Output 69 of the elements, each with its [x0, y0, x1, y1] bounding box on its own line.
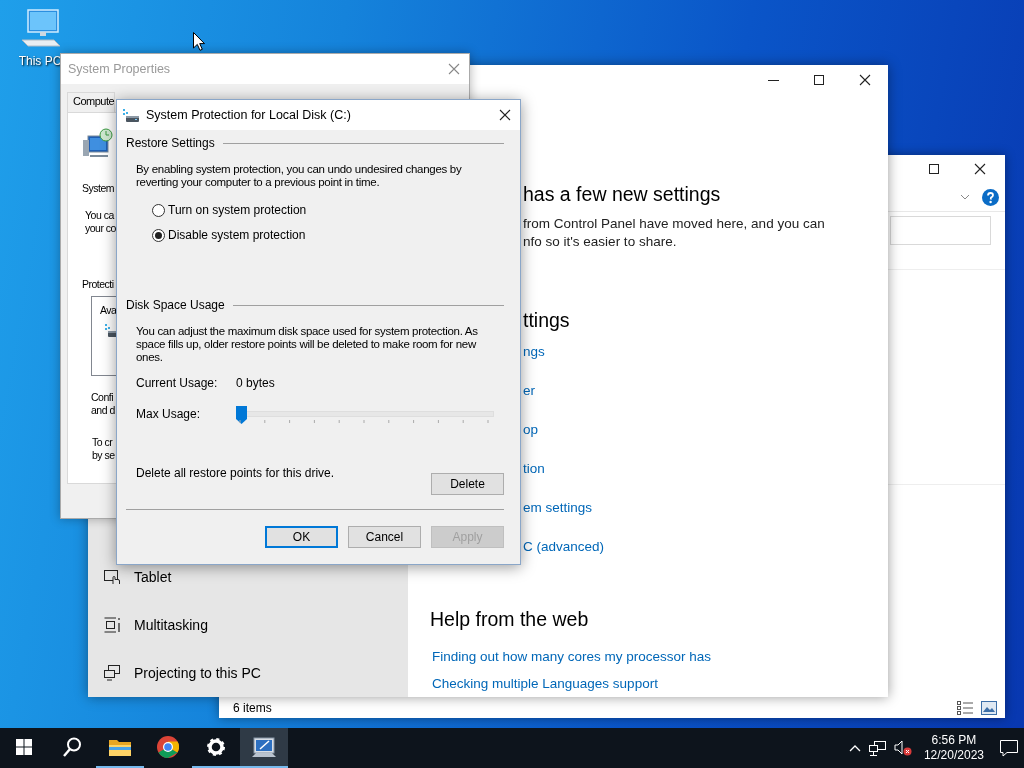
chevron-up-icon[interactable]	[848, 744, 861, 752]
section-heading: has a few new settings	[523, 182, 722, 207]
chevron-down-icon[interactable]	[960, 194, 970, 200]
group-label: Restore Settings	[126, 137, 215, 150]
label-text: System	[82, 182, 114, 195]
radio-button[interactable]	[152, 204, 165, 217]
multitasking-icon	[104, 617, 120, 633]
radio-option[interactable]: Turn on system protection	[152, 204, 504, 217]
description-text: You ca your co	[85, 209, 116, 235]
settings-link[interactable]: er	[523, 381, 888, 401]
settings-link[interactable]: op	[523, 420, 888, 440]
description-text: from Control Panel have moved here, and you can nfo so it's easier to share.	[523, 215, 826, 251]
radio-option[interactable]: Disable system protection	[152, 229, 504, 242]
window-title: System Properties	[68, 62, 171, 76]
dialog-button[interactable]: Cancel	[348, 526, 421, 548]
settings-link[interactable]: em settings	[523, 498, 888, 518]
radio-button[interactable]	[152, 229, 165, 242]
windows-logo-icon	[16, 739, 32, 755]
projecting-icon	[104, 665, 120, 681]
details-view-icon[interactable]	[957, 700, 973, 715]
field-value: 0 bytes	[236, 377, 275, 390]
large-icons-view-icon[interactable]	[981, 700, 997, 715]
label-text: Protecti	[82, 278, 114, 291]
tablet-icon	[104, 569, 120, 585]
description-text: Confi and d	[91, 391, 115, 417]
field-label: Current Usage:	[136, 377, 219, 390]
description-text: To cr by se	[92, 436, 115, 462]
computer-window-icon	[252, 736, 276, 758]
dialog-button[interactable]: OK	[265, 526, 338, 548]
description-text: By enabling system protection, you can undo undesired changes by reverting your computer to a previous point in time.	[136, 163, 463, 189]
tab[interactable]: Compute	[67, 92, 115, 112]
dialog-title: System Protection for Local Disk (C:)	[146, 108, 352, 122]
description-text: Delete all restore points for this drive.	[136, 467, 335, 482]
close-icon[interactable]	[499, 109, 511, 121]
column-header: Ava	[100, 304, 117, 317]
sidebar-item[interactable]: Projecting to this PC	[88, 649, 408, 697]
volume-muted-icon[interactable]	[893, 740, 912, 756]
description-text: You can adjust the maximum disk space used for system protection. As space fills up, older restore points will be deleted to make room for new ones.	[136, 325, 479, 364]
help-link[interactable]: Finding out how many cores my processor has	[432, 647, 888, 667]
section-heading: Help from the web	[430, 607, 590, 632]
group-label: Disk Space Usage	[126, 299, 225, 312]
sidebar-item[interactable]: Multitasking	[88, 601, 408, 649]
delete-button[interactable]: Delete	[431, 473, 504, 495]
help-icon[interactable]	[982, 188, 999, 206]
slider-thumb[interactable]	[236, 406, 247, 424]
chrome-icon	[157, 736, 179, 758]
search-icon	[62, 737, 82, 757]
drive-icon	[123, 108, 139, 122]
computer-restore-icon	[82, 128, 114, 158]
maximize-icon[interactable]	[928, 163, 940, 175]
field-label: Max Usage:	[136, 406, 202, 421]
status-text: 6 items	[233, 700, 273, 715]
help-link[interactable]: Checking multiple Languages support	[432, 674, 888, 694]
settings-link[interactable]: tion	[523, 459, 888, 479]
clock-date[interactable]: 12/20/2023	[923, 748, 984, 763]
gear-icon	[207, 738, 225, 756]
network-icon[interactable]	[868, 740, 886, 756]
settings-link[interactable]: ngs	[523, 342, 888, 362]
section-heading: ttings	[523, 308, 571, 333]
folder-icon	[109, 737, 131, 757]
clock-time[interactable]: 6:56 PM	[931, 733, 977, 748]
notification-icon[interactable]	[1000, 739, 1018, 757]
taskbar-button[interactable]	[240, 728, 288, 768]
mouse-pointer-icon	[193, 32, 205, 51]
maximize-icon[interactable]	[813, 74, 825, 86]
close-icon[interactable]	[859, 74, 871, 86]
settings-link[interactable]: C (advanced)	[523, 537, 888, 557]
close-icon[interactable]	[974, 163, 986, 175]
search-field[interactable]	[890, 216, 991, 245]
